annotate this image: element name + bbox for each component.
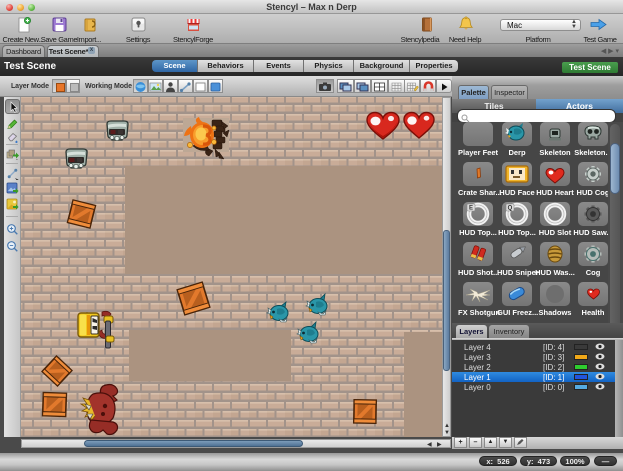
- svg-text:Q: Q: [508, 206, 513, 212]
- svg-text:E: E: [469, 206, 473, 212]
